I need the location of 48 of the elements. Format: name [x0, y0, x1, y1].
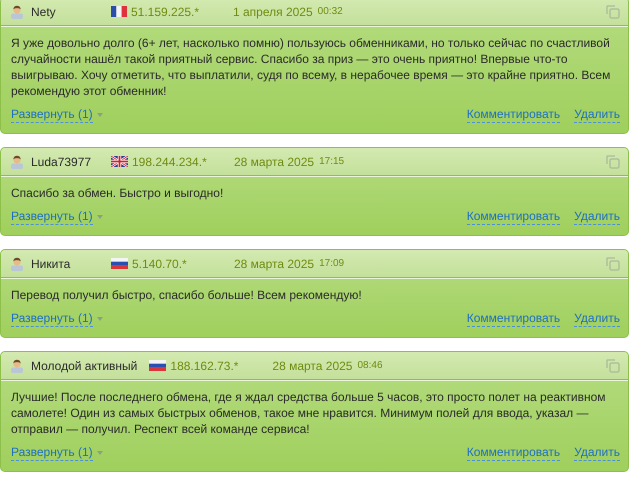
delete-link[interactable]: Удалить — [574, 445, 620, 461]
review-date: 28 марта 2025 — [234, 154, 314, 170]
review-time: 00:32 — [318, 5, 343, 19]
review-text: Спасибо за обмен. Быстро и выгодно! — [11, 185, 224, 201]
review-text: Лучшие! После последнего обмена, где я ждал средства больше 5 часов, это просто полет на реактивном самолете! Один из самых быстрых обменов, такое мне нравится. Минимум полей для ввода, указал — отправил — получил. Респект всей команде сервиса! — [11, 389, 607, 437]
delete-link[interactable]: Удалить — [574, 107, 620, 123]
user-icon — [10, 154, 24, 168]
flag-icon — [111, 6, 127, 17]
copy-icon[interactable] — [606, 154, 620, 168]
comment-link[interactable]: Комментировать — [466, 107, 560, 123]
comment-link[interactable]: Комментировать — [466, 311, 560, 327]
review-date: 28 марта 2025 — [272, 358, 352, 374]
caret-icon — [96, 113, 103, 117]
copy-icon[interactable] — [606, 358, 620, 372]
copy-icon[interactable] — [606, 256, 620, 270]
caret-icon — [96, 451, 103, 455]
comment-link[interactable]: Комментировать — [466, 209, 560, 225]
expand-link[interactable]: Развернуть (1) — [11, 445, 93, 461]
review-date: 28 марта 2025 — [234, 256, 314, 272]
copy-icon[interactable] — [606, 4, 620, 18]
author-name: Nety — [31, 4, 57, 20]
caret-icon — [96, 215, 103, 219]
user-icon — [10, 358, 24, 372]
ip-address: 5.140.70.* — [132, 256, 188, 272]
review-time: 17:15 — [319, 155, 344, 169]
expand-link[interactable]: Развернуть (1) — [11, 107, 93, 123]
ip-address: 198.244.234.* — [132, 154, 208, 170]
review-time: 08:46 — [357, 359, 383, 373]
delete-link[interactable]: Удалить — [574, 209, 620, 225]
comment-link[interactable]: Комментировать — [466, 445, 560, 461]
flag-icon — [111, 258, 128, 269]
caret-icon — [96, 317, 103, 321]
user-icon — [10, 256, 24, 270]
expand-link[interactable]: Развернуть (1) — [11, 209, 93, 225]
expand-link[interactable]: Развернуть (1) — [11, 311, 93, 327]
ip-address: 51.159.225.* — [131, 4, 200, 20]
review-text: Перевод получил быстро, спасибо больше! Всем рекомендую! — [11, 287, 363, 303]
review-time: 17:09 — [319, 257, 344, 271]
ip-address: 188.162.73.* — [170, 358, 240, 374]
delete-link[interactable]: Удалить — [574, 311, 620, 327]
user-icon — [10, 4, 24, 18]
review-date: 1 апреля 2025 — [233, 4, 313, 20]
flag-icon — [149, 360, 166, 371]
flag-icon — [111, 156, 128, 167]
review-text: Я уже довольно долго (6+ лет, насколько помню) пользуюсь обменниками, но только сейчас по счастливой случайности нашёл такой приятный сервис. Спасибо за приз — это очень приятно! Впервые что-то выигрываю. Хочу отметить, что выплатили, судя по всему, в нерабочее время — это крайне приятно. Всем рекомендую этот обменник! — [11, 35, 612, 99]
author-name: Молодой активный — [31, 358, 138, 374]
author-name: Никита — [31, 256, 72, 272]
author-name: Luda73977 — [31, 154, 92, 170]
